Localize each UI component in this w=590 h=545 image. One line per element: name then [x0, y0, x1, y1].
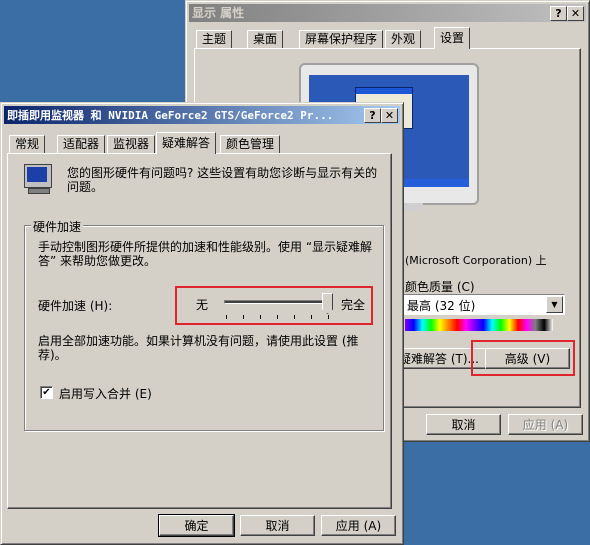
tab-color-management[interactable]: 颜色管理 — [220, 135, 281, 153]
tab-desktop[interactable]: 桌面 — [247, 30, 284, 48]
tab-monitor[interactable]: 监视器 — [107, 135, 156, 153]
color-spectrum-bar — [405, 319, 553, 331]
advanced-button-highlight — [471, 340, 575, 376]
advanced-help-button[interactable]: ? — [364, 108, 381, 123]
advanced-apply-button[interactable]: 应用 (A) — [321, 515, 396, 536]
advanced-titlebar[interactable]: 即插即用监视器 和 NVIDIA GeForce2 GTS/GeForce2 P… — [4, 106, 400, 124]
ok-button[interactable]: 确定 — [158, 514, 235, 537]
advanced-close-button[interactable]: ✕ — [381, 108, 398, 123]
tab-theme[interactable]: 主题 — [196, 30, 233, 48]
adapter-text: (Microsoft Corporation) 上 — [405, 254, 547, 267]
display-properties-titlebar[interactable]: 显示 属性 ? ✕ — [189, 4, 586, 22]
monitor-icon — [24, 164, 52, 194]
display-help-button[interactable]: ? — [550, 6, 567, 21]
group-desc-line-2: 答” 来帮助您做更改。 — [38, 254, 157, 268]
display-properties-title: 显示 属性 — [192, 6, 245, 20]
write-combine-label[interactable]: 启用写入合并 (E) — [59, 385, 152, 402]
troubleshoot-panel: 您的图形硬件有问题吗? 这些设置有助您诊断与显示有关的 问题。 硬件加速 手动控… — [7, 153, 392, 509]
tab-settings[interactable]: 设置 — [434, 27, 471, 49]
display-cancel-button[interactable]: 取消 — [426, 414, 501, 435]
color-quality-select[interactable]: 最高 (32 位) ▼ — [403, 294, 565, 315]
acceleration-label: 硬件加速 (H): — [38, 299, 113, 313]
tab-general[interactable]: 常规 — [9, 135, 46, 153]
display-tabs: 主题 桌面 屏幕保护程序 外观 设置 — [196, 27, 576, 49]
info-text-line-2: 问题。 — [67, 180, 104, 194]
color-quality-value: 最高 (32 位) — [407, 299, 476, 313]
tab-troubleshoot[interactable]: 疑难解答 — [156, 132, 217, 154]
color-quality-label: 颜色质量 (C) — [405, 280, 475, 294]
advanced-tabs: 常规 适配器 监视器 疑难解答 颜色管理 — [9, 132, 389, 154]
tab-adapter[interactable]: 适配器 — [57, 135, 106, 153]
display-apply-button[interactable]: 应用 (A) — [508, 414, 583, 435]
write-combine-checkbox[interactable]: ✔ — [40, 386, 53, 399]
info-text-line-1: 您的图形硬件有问题吗? 这些设置有助您诊断与显示有关的 — [67, 166, 378, 180]
display-close-button[interactable]: ✕ — [567, 6, 584, 21]
tab-appearance[interactable]: 外观 — [385, 30, 422, 48]
hardware-acceleration-group-label: 硬件加速 — [31, 218, 84, 235]
advanced-title: 即插即用监视器 和 NVIDIA GeForce2 GTS/GeForce2 P… — [7, 109, 334, 122]
status-line-1: 启用全部加速功能。如果计算机没有问题，请使用此设置 (推 — [38, 334, 359, 348]
advanced-cancel-button[interactable]: 取消 — [240, 515, 315, 536]
slider-highlight — [175, 286, 373, 325]
status-line-2: 荐)。 — [38, 348, 67, 362]
chevron-down-icon[interactable]: ▼ — [546, 296, 563, 313]
tab-screensaver[interactable]: 屏幕保护程序 — [299, 30, 384, 48]
